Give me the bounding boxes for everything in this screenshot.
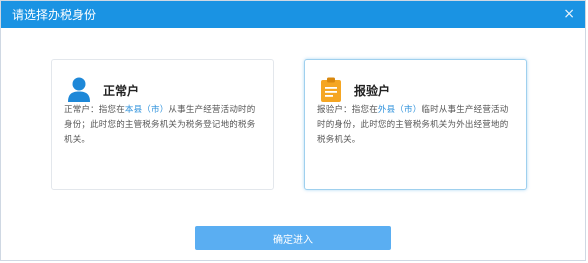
close-icon[interactable]: × [563,7,575,21]
confirm-button[interactable]: 确定进入 [195,226,391,250]
dialog-title: 请选择办税身份 [12,8,97,22]
card-title: 报验户 [354,83,391,98]
card-header: 报验户 [320,77,390,103]
dialog-titlebar: 请选择办税身份 × [1,1,585,28]
card-normal-taxpayer[interactable]: 正常户 正常户：指您在本县（市）从事生产经营活动时的身份；此时您的主管税务机关为… [51,59,274,190]
clipboard-icon [321,77,341,102]
card-description: 报验户：指您在外县（市）临时从事生产经营活动时的身份，此时您的主管税务机关为外出… [317,105,509,145]
card-title: 正常户 [103,83,140,98]
region-link: 本县（市） [124,105,169,115]
card-header: 正常户 [67,77,139,103]
region-link: 外县（市） [377,105,422,115]
card-inspection-taxpayer[interactable]: 报验户 报验户：指您在外县（市）临时从事生产经营活动时的身份，此时您的主管税务机… [304,59,527,190]
user-icon [68,77,90,102]
card-description: 正常户：指您在本县（市）从事生产经营活动时的身份；此时您的主管税务机关为税务登记… [64,105,256,145]
identity-dialog: 请选择办税身份 × 正常户 正常户：指您在本县（市）从事生产经营活动时的身份；此… [0,0,586,261]
